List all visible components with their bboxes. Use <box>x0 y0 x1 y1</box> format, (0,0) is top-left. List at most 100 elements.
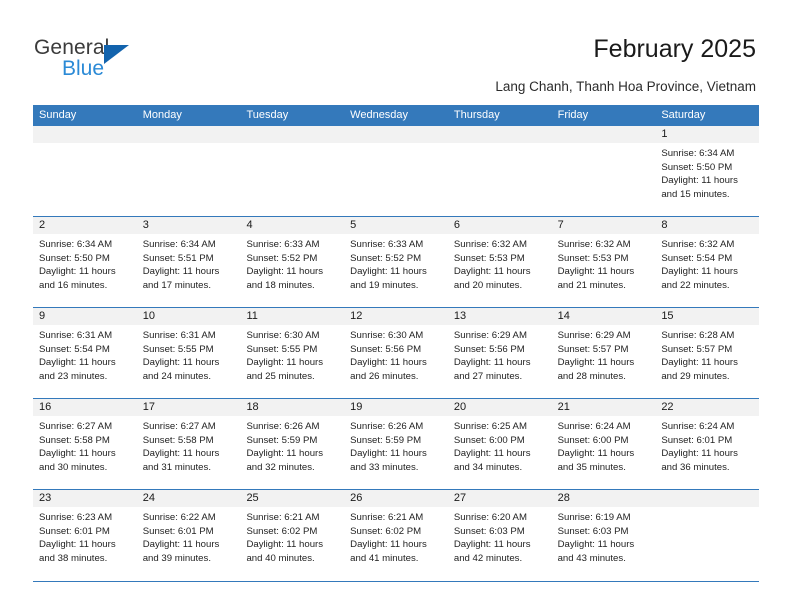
sunrise-text: Sunrise: 6:30 AM <box>246 330 320 341</box>
calendar-grid: Sunday Monday Tuesday Wednesday Thursday… <box>33 105 760 582</box>
calendar-day-number: 14 <box>551 308 656 325</box>
sunrise-text: Sunrise: 6:31 AM <box>39 330 113 341</box>
calendar-day-details: Sunrise: 6:24 AM Sunset: 6:00 PM Daylight:… <box>552 416 656 474</box>
calendar-day-cell[interactable]: 7 Sunrise: 6:32 AM Sunset: 5:53 PM Daylight… <box>551 217 656 307</box>
calendar-day-number: 6 <box>447 217 552 234</box>
weekday-header-saturday: Saturday <box>661 109 706 121</box>
calendar-day-number: 25 <box>240 490 345 507</box>
calendar-day-cell[interactable]: 21 Sunrise: 6:24 AM Sunset: 6:00 PM Dayligh… <box>551 399 656 489</box>
daylight-text: Daylight: 11 hours and 20 minutes. <box>453 266 531 291</box>
sunset-text: Sunset: 5:57 PM <box>661 343 733 355</box>
daylight-text: Daylight: 11 hours and 15 minutes. <box>661 175 738 200</box>
sunrise-text: Sunrise: 6:27 AM <box>39 421 113 432</box>
calendar-day-details: Sunrise: 6:26 AM Sunset: 5:59 PM Daylight:… <box>344 416 448 474</box>
calendar-week-row: 9 Sunrise: 6:31 AM Sunset: 5:54 PM Daylight… <box>33 308 760 399</box>
calendar-day-number: 5 <box>344 217 448 234</box>
calendar-day-cell[interactable]: 19 Sunrise: 6:26 AM Sunset: 5:59 PM Dayligh… <box>344 399 448 489</box>
weekday-header-thursday: Thursday <box>453 109 500 121</box>
calendar-day-cell[interactable]: 8 Sunrise: 6:32 AM Sunset: 5:54 PM Daylight… <box>655 217 760 307</box>
calendar-day-details: Sunrise: 6:27 AM Sunset: 5:58 PM Daylight:… <box>137 416 241 474</box>
daylight-text: Daylight: 11 hours and 27 minutes. <box>453 357 531 382</box>
sunrise-text: Sunrise: 6:27 AM <box>142 421 216 432</box>
calendar-day-cell[interactable]: 17 Sunrise: 6:27 AM Sunset: 5:58 PM Dayligh… <box>136 399 241 489</box>
calendar-day-cell[interactable]: 1 Sunrise: 6:34 AM Sunset: 5:50 PM Daylight… <box>655 126 760 216</box>
sunrise-text: Sunrise: 6:21 AM <box>246 512 320 523</box>
calendar-day-cell[interactable]: 13 Sunrise: 6:29 AM Sunset: 5:56 PM Dayligh… <box>447 308 552 398</box>
calendar-day-cell[interactable]: 2 Sunrise: 6:34 AM Sunset: 5:50 PM Daylight… <box>33 217 137 307</box>
calendar-day-cell[interactable]: 18 Sunrise: 6:26 AM Sunset: 5:59 PM Dayligh… <box>240 399 345 489</box>
calendar-day-number: 12 <box>344 308 448 325</box>
daylight-text: Daylight: 11 hours and 34 minutes. <box>453 448 531 473</box>
general-blue-logo[interactable]: General Blue <box>34 36 214 88</box>
sunset-text: Sunset: 5:57 PM <box>557 343 629 355</box>
calendar-day-number: 24 <box>136 490 241 507</box>
calendar-day-cell[interactable]: 5 Sunrise: 6:33 AM Sunset: 5:52 PM Daylight… <box>344 217 448 307</box>
sunrise-text: Sunrise: 6:26 AM <box>246 421 320 432</box>
calendar-day-cell[interactable]: 15 Sunrise: 6:28 AM Sunset: 5:57 PM Dayligh… <box>655 308 760 398</box>
calendar-week-row: 2 Sunrise: 6:34 AM Sunset: 5:50 PM Daylight… <box>33 217 760 308</box>
calendar-day-number: 3 <box>136 217 241 234</box>
daylight-text: Daylight: 11 hours and 19 minutes. <box>350 266 427 291</box>
daylight-text: Daylight: 11 hours and 18 minutes. <box>246 266 324 291</box>
calendar-day-number: 18 <box>240 399 345 416</box>
calendar-day-cell[interactable]: 28 Sunrise: 6:19 AM Sunset: 6:03 PM Dayligh… <box>551 490 656 581</box>
calendar-day-cell[interactable]: 22 Sunrise: 6:24 AM Sunset: 6:01 PM Dayligh… <box>655 399 760 489</box>
calendar-day-details: Sunrise: 6:32 AM Sunset: 5:53 PM Daylight:… <box>448 234 552 292</box>
sunrise-text: Sunrise: 6:22 AM <box>142 512 216 523</box>
calendar-day-cell[interactable]: 26 Sunrise: 6:21 AM Sunset: 6:02 PM Dayligh… <box>344 490 448 581</box>
calendar-day-details: Sunrise: 6:20 AM Sunset: 6:03 PM Daylight:… <box>448 507 552 565</box>
calendar-day-cell[interactable]: 12 Sunrise: 6:30 AM Sunset: 5:56 PM Dayligh… <box>344 308 448 398</box>
calendar-day-number <box>136 126 241 143</box>
daylight-text: Daylight: 11 hours and 21 minutes. <box>557 266 635 291</box>
calendar-day-number <box>33 126 137 143</box>
calendar-day-number: 8 <box>655 217 760 234</box>
calendar-day-number: 17 <box>136 399 241 416</box>
sunset-text: Sunset: 5:54 PM <box>661 252 733 264</box>
calendar-day-number: 19 <box>344 399 448 416</box>
calendar-day-number <box>655 490 760 507</box>
calendar-day-cell[interactable]: 10 Sunrise: 6:31 AM Sunset: 5:55 PM Dayligh… <box>136 308 241 398</box>
logo-text-blue: Blue <box>62 57 105 80</box>
calendar-day-number: 26 <box>344 490 448 507</box>
calendar-day-number: 4 <box>240 217 345 234</box>
calendar-day-number: 21 <box>551 399 656 416</box>
daylight-text: Daylight: 11 hours and 17 minutes. <box>142 266 220 291</box>
calendar-day-number: 20 <box>447 399 552 416</box>
calendar-day-cell[interactable]: 3 Sunrise: 6:34 AM Sunset: 5:51 PM Daylight… <box>136 217 241 307</box>
calendar-day-cell[interactable]: 14 Sunrise: 6:29 AM Sunset: 5:57 PM Dayligh… <box>551 308 656 398</box>
sunrise-text: Sunrise: 6:23 AM <box>39 512 113 523</box>
daylight-text: Daylight: 11 hours and 23 minutes. <box>39 357 116 382</box>
calendar-day-cell[interactable]: 23 Sunrise: 6:23 AM Sunset: 6:01 PM Dayligh… <box>33 490 137 581</box>
calendar-day-cell[interactable]: 16 Sunrise: 6:27 AM Sunset: 5:58 PM Dayligh… <box>33 399 137 489</box>
calendar-day-details: Sunrise: 6:34 AM Sunset: 5:50 PM Daylight:… <box>33 234 137 292</box>
sunrise-text: Sunrise: 6:24 AM <box>557 421 631 432</box>
calendar-day-number: 15 <box>655 308 760 325</box>
calendar-day-cell[interactable]: 20 Sunrise: 6:25 AM Sunset: 6:00 PM Dayligh… <box>447 399 552 489</box>
calendar-day-number: 2 <box>33 217 137 234</box>
sunset-text: Sunset: 5:58 PM <box>39 434 110 446</box>
calendar-day-cell-empty <box>33 126 137 216</box>
calendar-day-cell[interactable]: 4 Sunrise: 6:33 AM Sunset: 5:52 PM Daylight… <box>240 217 345 307</box>
calendar-day-details: Sunrise: 6:31 AM Sunset: 5:54 PM Daylight:… <box>33 325 137 383</box>
calendar-day-cell[interactable]: 6 Sunrise: 6:32 AM Sunset: 5:53 PM Daylight… <box>447 217 552 307</box>
page-title: February 2025 <box>593 35 756 63</box>
daylight-text: Daylight: 11 hours and 39 minutes. <box>142 539 220 564</box>
calendar-day-details: Sunrise: 6:24 AM Sunset: 6:01 PM Daylight:… <box>655 416 759 474</box>
calendar-day-cell[interactable]: 9 Sunrise: 6:31 AM Sunset: 5:54 PM Daylight… <box>33 308 137 398</box>
daylight-text: Daylight: 11 hours and 43 minutes. <box>557 539 635 564</box>
calendar-day-details: Sunrise: 6:19 AM Sunset: 6:03 PM Daylight:… <box>552 507 656 565</box>
calendar-day-number: 10 <box>136 308 241 325</box>
daylight-text: Daylight: 11 hours and 25 minutes. <box>246 357 324 382</box>
calendar-day-cell-empty <box>551 126 656 216</box>
weekday-header-sunday: Sunday <box>39 109 77 121</box>
calendar-day-cell[interactable]: 11 Sunrise: 6:30 AM Sunset: 5:55 PM Dayligh… <box>240 308 345 398</box>
sunrise-text: Sunrise: 6:28 AM <box>661 330 735 341</box>
page-header: General Blue February 2025 Lang Chanh, T… <box>0 0 792 104</box>
calendar-day-cell[interactable]: 25 Sunrise: 6:21 AM Sunset: 6:02 PM Dayligh… <box>240 490 345 581</box>
calendar-day-details: Sunrise: 6:31 AM Sunset: 5:55 PM Daylight:… <box>137 325 241 383</box>
sunrise-text: Sunrise: 6:31 AM <box>142 330 216 341</box>
daylight-text: Daylight: 11 hours and 30 minutes. <box>39 448 116 473</box>
calendar-day-cell[interactable]: 24 Sunrise: 6:22 AM Sunset: 6:01 PM Dayligh… <box>136 490 241 581</box>
calendar-day-cell[interactable]: 27 Sunrise: 6:20 AM Sunset: 6:03 PM Dayligh… <box>447 490 552 581</box>
daylight-text: Daylight: 11 hours and 33 minutes. <box>350 448 427 473</box>
